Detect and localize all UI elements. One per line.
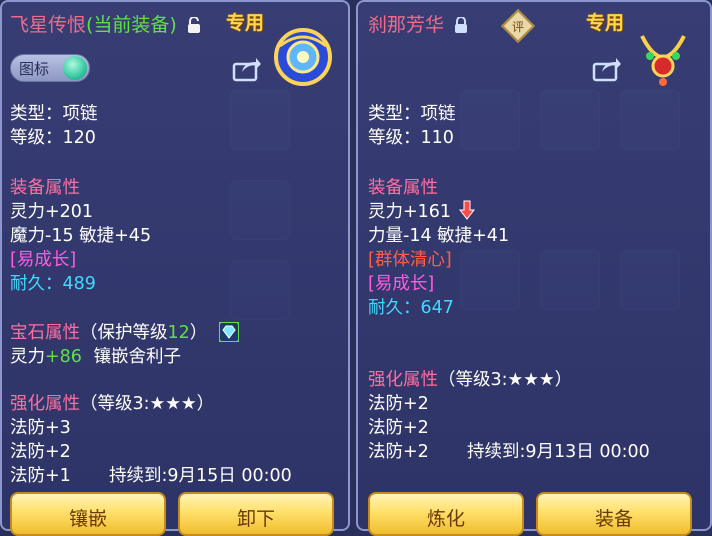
item-name: 飞星传恨 <box>10 14 87 36</box>
unequip-button[interactable]: 卸下 <box>178 492 334 536</box>
gem-icon <box>218 322 239 342</box>
icon-toggle[interactable]: 图标 <box>10 54 90 82</box>
enhance-header-line: 强化属性（等级3:★★★） <box>368 366 572 391</box>
special-effect: [易成长] <box>10 250 77 270</box>
special-effect-2: [易成长] <box>368 274 435 294</box>
durability-label: 耐久： <box>368 298 421 318</box>
item-name: 刹那芳华 <box>368 14 445 36</box>
inlay-button[interactable]: 镶嵌 <box>10 492 166 536</box>
enhance-header: 强化属性 <box>368 370 438 390</box>
enhance-line-2: 法防+2 <box>368 418 429 438</box>
gem-protect-prefix: （保护等级 <box>80 323 168 343</box>
toggle-label: 图标 <box>19 60 50 78</box>
enhance-header-line: 强化属性（等级3:★★★） <box>10 390 214 415</box>
enhance-level: （等级3:★★★） <box>438 370 573 390</box>
exclusive-label: 专用 <box>586 12 625 34</box>
attr-line-2: 力量-14 敏捷+41 <box>368 226 510 246</box>
durability-label: 耐久： <box>10 274 63 294</box>
gem-protect-level: 12 <box>167 323 190 343</box>
special-effect-1: [群体清心] <box>368 250 452 270</box>
equipped-tag: (当前装备) <box>86 14 177 36</box>
attr-line-1: 灵力+201 <box>10 202 94 222</box>
enhance-duration: 持续到:9月15日 00:00 <box>109 466 292 486</box>
share-icon[interactable] <box>592 56 622 82</box>
attr-header: 装备属性 <box>10 178 80 198</box>
share-icon[interactable] <box>232 56 262 82</box>
necklace-icon <box>640 35 686 86</box>
type-line: 类型：项链 <box>368 104 456 124</box>
gem-protect-suffix: ） <box>189 323 208 343</box>
durability-line: 耐久：647 <box>368 294 454 319</box>
exclusive-label: 专用 <box>226 12 265 34</box>
enhance-header: 强化属性 <box>10 394 80 414</box>
item-title: 刹那芳华 <box>368 10 468 37</box>
lock-icon[interactable] <box>454 17 468 33</box>
gem-stat: 灵力 <box>10 347 45 367</box>
durability-line: 耐久：489 <box>10 270 96 295</box>
attr-line-1: 灵力+161 <box>368 198 475 223</box>
durability-value: 489 <box>62 274 96 294</box>
toggle-knob <box>63 56 87 80</box>
gem-header: 宝石属性 <box>10 323 80 343</box>
equip-button[interactable]: 装备 <box>536 492 692 536</box>
enhance-level: （等级3:★★★） <box>80 394 215 414</box>
compared-item-tooltip: 刹那芳华 评 专用 类型：项链 等级：110 装备属性 灵力+161 力量-14… <box>356 0 712 536</box>
attr-header: 装备属性 <box>368 178 438 198</box>
enhance-line-3: 法防+1 <box>10 466 71 486</box>
enhance-line-1: 法防+2 <box>368 394 429 414</box>
gem-value: +86 <box>45 347 82 367</box>
item-title: 飞星传恨(当前装备) <box>10 10 201 37</box>
durability-value: 647 <box>420 298 454 318</box>
refine-button[interactable]: 炼化 <box>368 492 524 536</box>
enhance-line-2: 法防+2 <box>10 442 71 462</box>
gem-stat-line: 灵力+86 镶嵌舍利子 <box>10 343 181 368</box>
type-line: 类型：项链 <box>10 104 98 124</box>
enhance-line-1: 法防+3 <box>10 418 71 438</box>
level-line: 等级：120 <box>10 128 96 148</box>
rate-badge[interactable]: 评 <box>501 9 535 43</box>
enhance-line-3: 法防+2 <box>368 442 429 462</box>
rate-badge-label: 评 <box>511 19 524 34</box>
enhance-duration: 持续到:9月13日 00:00 <box>467 442 650 462</box>
down-arrow-icon <box>458 200 475 220</box>
gem-line: 宝石属性（保护等级12） <box>10 319 239 344</box>
level-line: 等级：110 <box>368 128 454 148</box>
attr-value: 灵力+161 <box>368 202 452 222</box>
necklace-icon <box>274 28 332 86</box>
gem-desc: 镶嵌舍利子 <box>93 347 182 367</box>
unlock-icon[interactable] <box>187 17 201 33</box>
attr-line-2: 魔力-15 敏捷+45 <box>10 226 152 246</box>
equipped-item-tooltip: 飞星传恨(当前装备) 专用 图标 类型：项链 等级：120 装备属性 灵力+20… <box>0 0 350 536</box>
